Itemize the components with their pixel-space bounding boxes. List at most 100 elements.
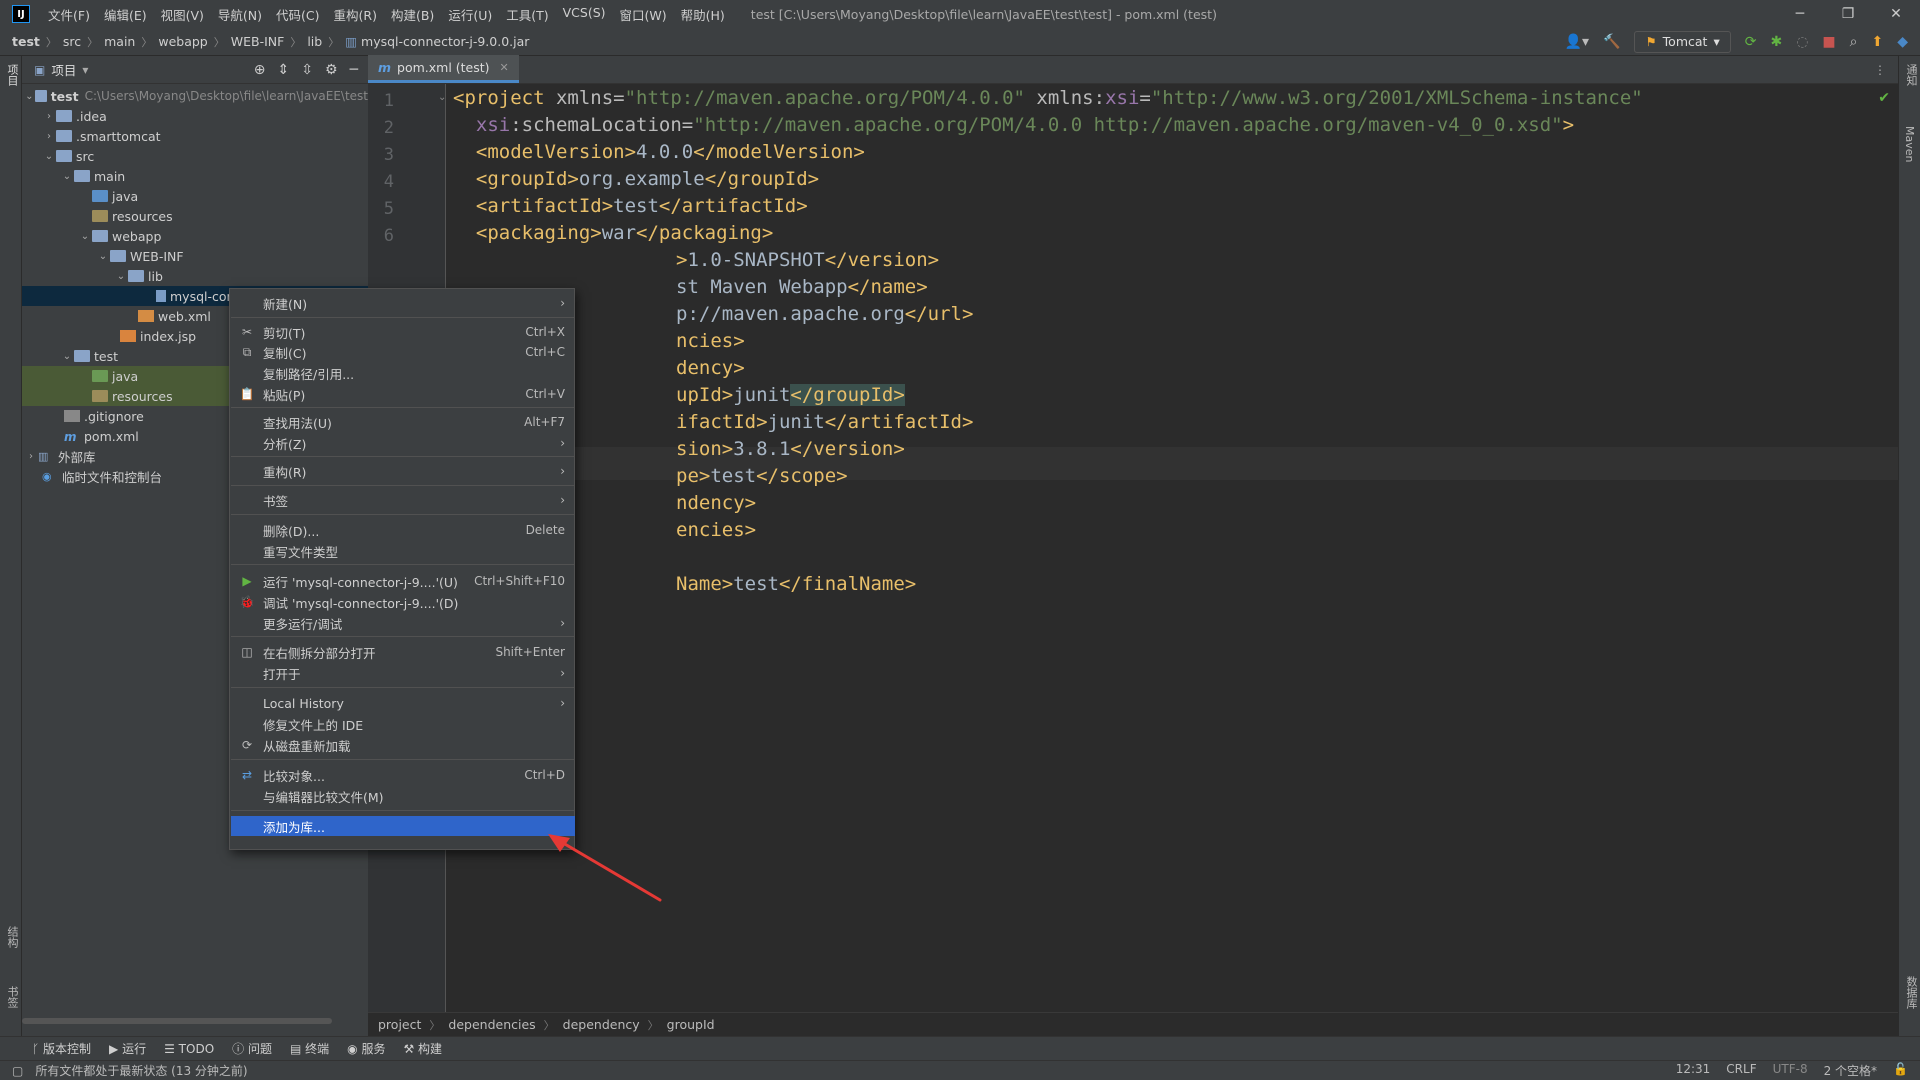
menu-run[interactable]: 运行(U) — [448, 5, 492, 24]
intellij-logo-icon[interactable]: IJ — [12, 5, 30, 23]
menu-item-analyze[interactable]: 分析(Z) › — [231, 433, 575, 453]
more-vertical-icon[interactable]: ⋮ — [1874, 63, 1886, 77]
menu-item-local-history[interactable]: Local History › — [231, 693, 575, 713]
menu-view[interactable]: 视图(V) — [161, 5, 204, 24]
no-problems-check-icon[interactable]: ✔ — [1878, 90, 1890, 106]
indent-setting[interactable]: 2 个空格* — [1824, 1062, 1877, 1079]
menu-item-open-in[interactable]: 打开于 › — [231, 663, 575, 683]
menu-item-find-usages[interactable]: 查找用法(U) Alt+F7 — [231, 412, 575, 432]
locate-icon[interactable]: ⊕ — [254, 62, 266, 78]
gear-icon[interactable]: ⚙ — [325, 62, 338, 78]
menu-item-open-right-split[interactable]: ◫ 在右侧拆分部分打开 Shift+Enter — [231, 642, 575, 662]
chevron-down-icon[interactable]: ⌄ — [60, 351, 74, 362]
debug-icon[interactable]: ✱ — [1770, 34, 1782, 50]
menu-code[interactable]: 代码(C) — [276, 5, 319, 24]
menu-build[interactable]: 构建(B) — [391, 5, 434, 24]
todo-tab[interactable]: ☰ TODO — [164, 1042, 214, 1056]
chevron-right-icon[interactable]: › — [24, 451, 38, 462]
chevron-down-icon[interactable]: ⌄ — [42, 151, 56, 162]
menu-window[interactable]: 窗口(W) — [620, 5, 667, 24]
problems-tab[interactable]: ⓘ 问题 — [232, 1040, 272, 1057]
update-icon[interactable]: ⬆ — [1871, 34, 1883, 50]
status-message[interactable]: 所有文件都处于最新状态 (13 分钟之前) — [35, 1062, 247, 1079]
run-tab[interactable]: ▶ 运行 — [109, 1040, 146, 1057]
close-tab-icon[interactable]: ✕ — [500, 61, 509, 74]
crumb-project[interactable]: test — [12, 34, 40, 49]
menu-item-more-run-debug[interactable]: 更多运行/调试 › — [231, 613, 575, 633]
chevron-down-icon[interactable]: ⌄ — [114, 271, 128, 282]
crumb-webapp[interactable]: webapp — [158, 34, 207, 49]
line-separator[interactable]: CRLF — [1726, 1062, 1756, 1079]
search-icon[interactable]: ⌕ — [1850, 34, 1858, 50]
close-icon[interactable]: ✕ — [1872, 6, 1920, 22]
crumb-lib[interactable]: lib — [307, 34, 322, 49]
chevron-down-icon[interactable]: ⌄ — [78, 231, 92, 242]
chevron-right-icon[interactable]: › — [42, 131, 56, 142]
maven-tool-tab[interactable]: Maven — [1903, 126, 1916, 162]
file-encoding[interactable]: UTF-8 — [1773, 1062, 1808, 1079]
build-hammer-icon[interactable]: 🔨 — [1603, 34, 1620, 50]
bookmarks-tool-tab[interactable]: 书签 — [4, 986, 20, 1008]
menu-item-repair-ide[interactable]: 修复文件上的 IDE — [231, 714, 575, 734]
profile-icon[interactable]: ◌ — [1796, 34, 1808, 50]
version-control-tab[interactable]: ᚴ 版本控制 — [32, 1040, 91, 1057]
chevron-down-icon[interactable]: ▾ — [82, 63, 88, 77]
tree-item-lib[interactable]: ⌄ lib — [22, 266, 368, 286]
tree-item-main-java[interactable]: java — [22, 186, 368, 206]
tree-item-webapp[interactable]: ⌄ webapp — [22, 226, 368, 246]
menu-edit[interactable]: 编辑(E) — [104, 5, 147, 24]
tree-item-test-root[interactable]: ⌄ test C:\Users\Moyang\Desktop\file\lear… — [22, 86, 368, 106]
user-icon[interactable]: 👤▾ — [1565, 34, 1589, 50]
menu-item-paste[interactable]: 📋 粘贴(P) Ctrl+V — [231, 384, 575, 404]
menu-navigate[interactable]: 导航(N) — [218, 5, 262, 24]
menu-item-compare-with[interactable]: ⇄ 比较对象... Ctrl+D — [231, 765, 575, 785]
hide-icon[interactable]: ─ — [350, 62, 358, 78]
menu-item-compare-with-editor[interactable]: 与编辑器比较文件(M) — [231, 786, 575, 806]
tree-item-idea[interactable]: › .idea — [22, 106, 368, 126]
menu-item-debug[interactable]: 🐞 调试 'mysql-connector-j-9....'(D) — [231, 592, 575, 612]
crumb-project-tag[interactable]: project — [378, 1017, 421, 1032]
menu-refactor[interactable]: 重构(R) — [334, 5, 377, 24]
crumb-dependency-tag[interactable]: dependency — [563, 1017, 640, 1032]
minimize-icon[interactable]: ─ — [1776, 6, 1824, 22]
menu-item-add-as-library[interactable]: 添加为库... — [231, 816, 575, 836]
crumb-groupid-tag[interactable]: groupId — [667, 1017, 715, 1032]
menu-item-copy[interactable]: ⧉ 复制(C) Ctrl+C — [231, 342, 575, 362]
tree-item-main[interactable]: ⌄ main — [22, 166, 368, 186]
menu-vcs[interactable]: VCS(S) — [563, 5, 606, 24]
tree-item-web-inf[interactable]: ⌄ WEB-INF — [22, 246, 368, 266]
notifications-tool-tab[interactable]: 通知 — [1903, 64, 1919, 86]
status-toggle-icon[interactable]: ▢ — [12, 1064, 23, 1078]
menu-file[interactable]: 文件(F) — [48, 5, 90, 24]
lock-icon[interactable]: 🔓 — [1893, 1062, 1908, 1079]
chevron-down-icon[interactable]: ⌄ — [24, 91, 35, 102]
menu-item-refactor[interactable]: 重构(R) › — [231, 461, 575, 481]
run-configuration-select[interactable]: ⚑ Tomcat ▾ — [1634, 30, 1731, 53]
rerun-icon[interactable]: ⟳ — [1745, 34, 1757, 50]
project-tool-tab[interactable]: 项目 — [4, 64, 20, 86]
tree-item-smarttomcat[interactable]: › .smarttomcat — [22, 126, 368, 146]
crumb-main[interactable]: main — [104, 34, 135, 49]
menu-item-copy-path[interactable]: 复制路径/引用... — [231, 363, 575, 383]
expand-all-icon[interactable]: ⇕ — [278, 62, 290, 78]
crumb-jar[interactable]: mysql-connector-j-9.0.0.jar — [361, 34, 529, 49]
fold-icon[interactable]: ⌄ — [438, 92, 446, 103]
menu-tools[interactable]: 工具(T) — [506, 5, 548, 24]
tab-pom-xml[interactable]: m pom.xml (test) ✕ — [368, 55, 519, 83]
restore-icon[interactable]: ❐ — [1824, 6, 1872, 22]
chevron-down-icon[interactable]: ⌄ — [96, 251, 110, 262]
menu-item-reload-from-disk[interactable]: ⟳ 从磁盘重新加载 — [231, 735, 575, 755]
menu-item-run[interactable]: ▶ 运行 'mysql-connector-j-9....'(U) Ctrl+Shi… — [231, 571, 575, 591]
tree-item-src[interactable]: ⌄ src — [22, 146, 368, 166]
database-tool-tab[interactable]: 数据库 — [1903, 976, 1919, 1009]
chevron-down-icon[interactable]: ⌄ — [60, 171, 74, 182]
jetbrains-icon[interactable]: ◆ — [1897, 34, 1908, 50]
services-tab[interactable]: ◉ 服务 — [347, 1040, 385, 1057]
crumb-dependencies-tag[interactable]: dependencies — [448, 1017, 535, 1032]
crumb-web-inf[interactable]: WEB-INF — [231, 34, 285, 49]
chevron-right-icon[interactable]: › — [42, 111, 56, 122]
menu-item-cut[interactable]: ✂ 剪切(T) Ctrl+X — [231, 322, 575, 342]
menu-item-delete[interactable]: 删除(D)... Delete — [231, 520, 575, 540]
project-panel-title[interactable]: 项目 — [51, 60, 76, 79]
horizontal-scrollbar[interactable] — [22, 1018, 332, 1024]
